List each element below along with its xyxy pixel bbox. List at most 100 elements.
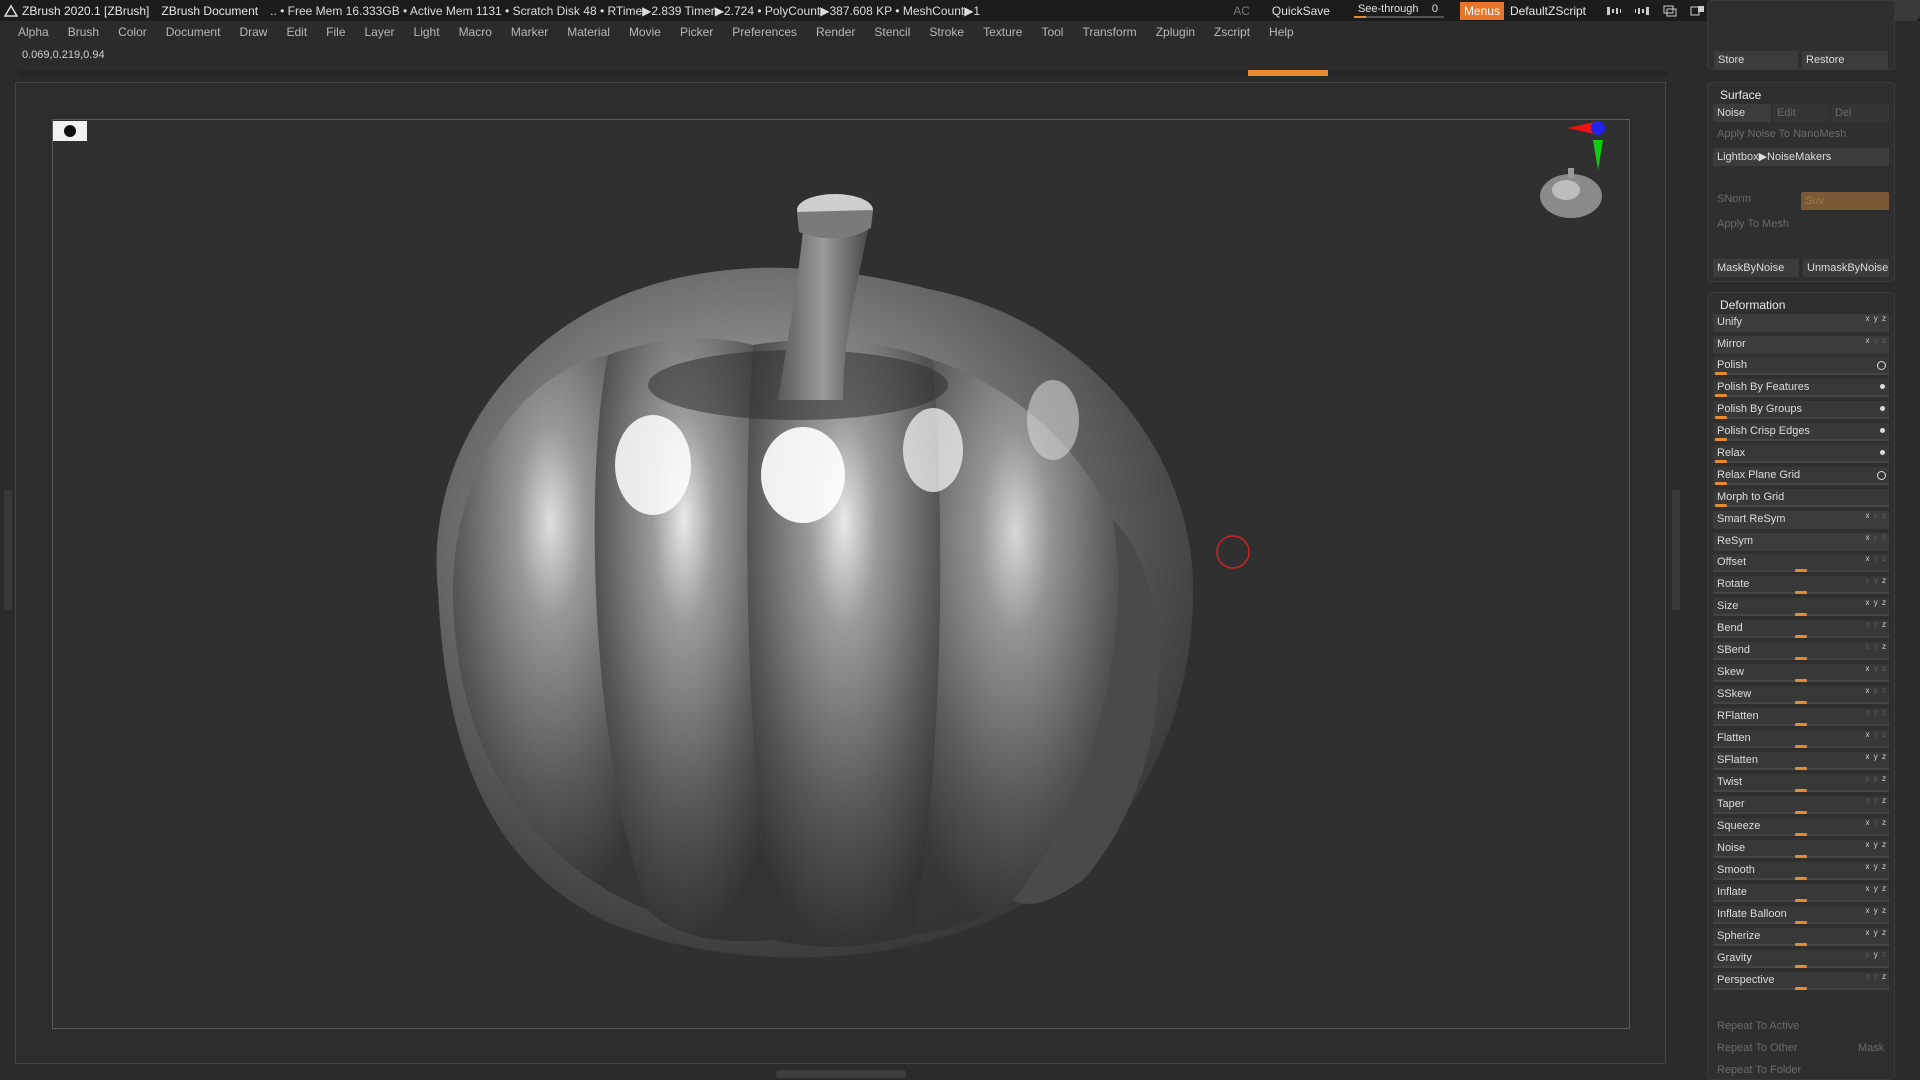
menu-transform[interactable]: Transform xyxy=(1082,25,1136,39)
menu-stroke[interactable]: Stroke xyxy=(929,25,964,39)
apply-noise-nanomesh[interactable]: Apply Noise To NanoMesh xyxy=(1717,128,1846,140)
noise-del-button[interactable]: Del xyxy=(1831,104,1889,122)
deform-rotate[interactable]: Rotate x y z xyxy=(1713,576,1889,594)
menu-texture[interactable]: Texture xyxy=(983,25,1022,39)
deform-offset[interactable]: Offset x y z xyxy=(1713,554,1889,572)
xyz-toggle-icon[interactable]: x y z xyxy=(1866,642,1887,651)
ac-toggle[interactable]: AC xyxy=(1233,4,1250,18)
menu-picker[interactable]: Picker xyxy=(680,25,713,39)
menu-layer[interactable]: Layer xyxy=(365,25,395,39)
mask-by-noise-button[interactable]: MaskByNoise xyxy=(1713,259,1799,277)
restore-button[interactable]: Restore xyxy=(1802,51,1888,69)
xyz-toggle-icon[interactable]: x y z xyxy=(1866,862,1887,871)
menu-tool[interactable]: Tool xyxy=(1041,25,1063,39)
menu-edit[interactable]: Edit xyxy=(286,25,307,39)
xyz-toggle-icon[interactable]: x y z xyxy=(1866,576,1887,585)
menu-file[interactable]: File xyxy=(326,25,345,39)
deform-inflate-balloon[interactable]: Inflate Balloon x y z xyxy=(1713,906,1889,924)
menu-brush[interactable]: Brush xyxy=(68,25,99,39)
xyz-toggle-icon[interactable]: x y z xyxy=(1866,818,1887,827)
menu-zscript[interactable]: Zscript xyxy=(1214,25,1250,39)
mask-toggle[interactable]: Mask xyxy=(1858,1042,1884,1054)
deform-smooth[interactable]: Smooth x y z xyxy=(1713,862,1889,880)
xyz-toggle-icon[interactable]: x y z xyxy=(1866,686,1887,695)
deform-perspective[interactable]: Perspective x y z xyxy=(1713,972,1889,990)
unmask-by-noise-button[interactable]: UnmaskByNoise xyxy=(1803,259,1889,277)
bottom-tray-handle[interactable] xyxy=(776,1070,906,1078)
right-tray-handle[interactable] xyxy=(1672,490,1680,610)
menu-document[interactable]: Document xyxy=(166,25,221,39)
repeat-to-active-button[interactable]: Repeat To Active xyxy=(1717,1020,1799,1032)
deform-size[interactable]: Size x y z xyxy=(1713,598,1889,616)
xyz-toggle-icon[interactable]: x y z xyxy=(1866,620,1887,629)
deform-polish[interactable]: Polish xyxy=(1713,357,1889,375)
deform-flatten[interactable]: Flatten x y z xyxy=(1713,730,1889,748)
menu-movie[interactable]: Movie xyxy=(629,25,661,39)
xyz-toggle-icon[interactable]: x y z xyxy=(1866,906,1887,915)
xyz-toggle-icon[interactable]: x y z xyxy=(1866,730,1887,739)
viewport-canvas[interactable] xyxy=(52,119,1630,1029)
noise-button[interactable]: Noise xyxy=(1713,104,1771,122)
dot-toggle-icon[interactable] xyxy=(1880,384,1885,389)
xyz-toggle-icon[interactable]: x y z xyxy=(1866,774,1887,783)
xyz-toggle-icon[interactable]: x y z xyxy=(1866,928,1887,937)
xyz-toggle-icon[interactable]: x y z xyxy=(1866,336,1887,345)
deform-unify[interactable]: Unify x y z xyxy=(1713,314,1889,332)
menu-zplugin[interactable]: Zplugin xyxy=(1156,25,1195,39)
window-cascade-icon[interactable] xyxy=(1689,4,1707,18)
xyz-toggle-icon[interactable]: x y z xyxy=(1866,598,1887,607)
noise-edit-button[interactable]: Edit xyxy=(1773,104,1829,122)
dot-toggle-icon[interactable] xyxy=(1880,450,1885,455)
xyz-toggle-icon[interactable]: x y z xyxy=(1866,314,1887,323)
deform-polish-crisp-edges[interactable]: Polish Crisp Edges xyxy=(1713,423,1889,441)
repeat-to-folder-button[interactable]: Repeat To Folder xyxy=(1717,1064,1801,1076)
deform-polish-by-groups[interactable]: Polish By Groups xyxy=(1713,401,1889,419)
xyz-toggle-icon[interactable]: x y z xyxy=(1866,511,1887,520)
deform-relax[interactable]: Relax xyxy=(1713,445,1889,463)
menu-alpha[interactable]: Alpha xyxy=(18,25,49,39)
deform-noise[interactable]: Noise x y z xyxy=(1713,840,1889,858)
dot-toggle-icon[interactable] xyxy=(1880,428,1885,433)
xyz-toggle-icon[interactable]: x y z xyxy=(1866,950,1887,959)
deform-polish-by-features[interactable]: Polish By Features xyxy=(1713,379,1889,397)
menu-marker[interactable]: Marker xyxy=(511,25,548,39)
seethrough-slider[interactable]: See-through 0 xyxy=(1353,3,1444,19)
deform-spherize[interactable]: Spherize x y z xyxy=(1713,928,1889,946)
deform-sskew[interactable]: SSkew x y z xyxy=(1713,686,1889,704)
xyz-toggle-icon[interactable]: x y z xyxy=(1866,884,1887,893)
deform-rflatten[interactable]: RFlatten x y z xyxy=(1713,708,1889,726)
menu-draw[interactable]: Draw xyxy=(239,25,267,39)
xyz-toggle-icon[interactable]: x y z xyxy=(1866,972,1887,981)
navigation-mesh-icon[interactable] xyxy=(1536,164,1606,224)
left-tray-handle[interactable] xyxy=(4,490,12,610)
deform-resym[interactable]: ReSym x y z xyxy=(1713,533,1889,551)
deform-sbend[interactable]: SBend x y z xyxy=(1713,642,1889,660)
deform-inflate[interactable]: Inflate x y z xyxy=(1713,884,1889,902)
snorm-slider[interactable]: SNorm xyxy=(1717,193,1751,205)
xyz-toggle-icon[interactable]: x y z xyxy=(1866,664,1887,673)
xyz-toggle-icon[interactable]: x y z xyxy=(1866,752,1887,761)
menus-toggle[interactable]: Menus xyxy=(1459,1,1504,20)
layout-right-icon[interactable] xyxy=(1633,4,1651,18)
deform-twist[interactable]: Twist x y z xyxy=(1713,774,1889,792)
menu-help[interactable]: Help xyxy=(1269,25,1294,39)
deform-sflatten[interactable]: SFlatten x y z xyxy=(1713,752,1889,770)
menu-stencil[interactable]: Stencil xyxy=(874,25,910,39)
deform-morph-to-grid[interactable]: Morph to Grid xyxy=(1713,489,1889,507)
circle-toggle-icon[interactable] xyxy=(1877,361,1886,370)
store-button[interactable]: Store xyxy=(1714,51,1798,69)
circle-toggle-icon[interactable] xyxy=(1877,471,1886,480)
menu-preferences[interactable]: Preferences xyxy=(732,25,797,39)
menu-color[interactable]: Color xyxy=(118,25,147,39)
default-zscript-button[interactable]: DefaultZScript xyxy=(1510,4,1586,18)
deform-taper[interactable]: Taper x y z xyxy=(1713,796,1889,814)
deform-bend[interactable]: Bend x y z xyxy=(1713,620,1889,638)
deform-mirror[interactable]: Mirror x y z xyxy=(1713,336,1889,354)
xyz-toggle-icon[interactable]: x y z xyxy=(1866,708,1887,717)
dot-toggle-icon[interactable] xyxy=(1880,406,1885,411)
menu-light[interactable]: Light xyxy=(414,25,440,39)
xyz-toggle-icon[interactable]: x y z xyxy=(1866,796,1887,805)
lightbox-noisemakers-button[interactable]: Lightbox▶NoiseMakers xyxy=(1713,148,1889,166)
xyz-toggle-icon[interactable]: x y z xyxy=(1866,554,1887,563)
deform-skew[interactable]: Skew x y z xyxy=(1713,664,1889,682)
